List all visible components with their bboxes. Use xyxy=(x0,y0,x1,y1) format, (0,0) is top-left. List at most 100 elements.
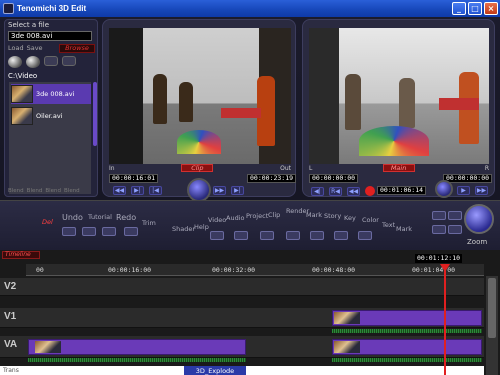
audio-button[interactable]: Audio xyxy=(226,214,244,222)
window-title: Tenomichi 3D Edit xyxy=(17,4,87,13)
close-button[interactable]: × xyxy=(484,2,498,15)
play-icon[interactable] xyxy=(286,231,300,240)
link-icon[interactable] xyxy=(82,227,96,236)
playhead[interactable] xyxy=(444,264,446,375)
timeline-tag: Timeline xyxy=(2,251,40,259)
timeline-scrollbar[interactable] xyxy=(486,276,498,375)
clip-video-screen[interactable] xyxy=(109,28,291,164)
delete-button[interactable]: Del xyxy=(42,218,53,226)
trim-button[interactable]: Trim xyxy=(142,219,156,227)
main-timecode-left[interactable]: 00:00:00:00 xyxy=(309,174,359,183)
video-button[interactable]: Video xyxy=(208,216,226,224)
key-button[interactable]: Key xyxy=(344,214,356,222)
video-clip[interactable] xyxy=(332,310,482,326)
step-back-icon[interactable]: ▶| xyxy=(131,186,144,195)
undo-button[interactable]: Undo xyxy=(62,213,83,222)
video-clip[interactable] xyxy=(332,339,482,355)
record-mode-icon[interactable]: R◀ xyxy=(329,186,342,196)
file-browser-panel: Select a file 3de 008.avi Load Save Brow… xyxy=(4,19,98,197)
ruler-label: 00:00:16:00 xyxy=(108,266,152,274)
clip-timecode-in[interactable]: 00:00:16:01 xyxy=(109,174,159,183)
track-va[interactable]: VA xyxy=(0,336,484,358)
main-jog-wheel[interactable] xyxy=(435,180,453,198)
scrollbar-thumb[interactable] xyxy=(488,278,496,338)
zoom-label: Zoom xyxy=(467,238,488,246)
load-button[interactable]: Load xyxy=(8,44,24,52)
clip-button[interactable]: Clip xyxy=(268,211,280,219)
project-button[interactable]: Project xyxy=(246,212,268,220)
zoom-in-icon[interactable] xyxy=(448,211,462,220)
color-button[interactable]: Color xyxy=(362,216,379,224)
unlink-icon[interactable] xyxy=(102,227,116,236)
footer-label[interactable]: Blend xyxy=(27,188,43,194)
video-clip[interactable] xyxy=(28,339,246,355)
thumbnail-view-icon[interactable] xyxy=(62,56,76,66)
play-icon[interactable]: ▶ xyxy=(457,186,470,195)
in-label: In xyxy=(109,164,115,172)
zoom-knob[interactable] xyxy=(464,204,494,234)
mark-button[interactable]: Mark xyxy=(306,211,322,219)
video-figure xyxy=(179,82,193,122)
track-label: VA xyxy=(4,339,18,350)
tutorial-button[interactable]: Tutorial xyxy=(88,213,112,221)
file-menu: Load Save xyxy=(8,44,43,52)
record-icon[interactable] xyxy=(365,186,375,196)
clip-timecode-out[interactable]: 00:00:23:19 xyxy=(247,174,297,183)
scroll-right-icon[interactable] xyxy=(448,225,462,234)
split-icon[interactable] xyxy=(62,227,76,236)
footer-label[interactable]: Blend xyxy=(45,188,61,194)
sphere-icon[interactable] xyxy=(8,56,22,68)
clip-monitor: In Clip Out 00:00:16:01 00:00:23:19 ◀◀ ▶… xyxy=(102,19,297,202)
footer-label[interactable]: Blend xyxy=(64,188,80,194)
file-list-scrollbar[interactable] xyxy=(93,82,97,146)
title-bar: Tenomichi 3D Edit _ □ × xyxy=(0,0,500,17)
rewind-icon[interactable]: ◀◀ xyxy=(347,186,360,196)
file-list: 3de 008.avi Oiler.avi xyxy=(9,82,91,194)
maximize-button[interactable]: □ xyxy=(468,2,482,15)
track-v2[interactable]: V2 xyxy=(0,278,484,296)
list-item[interactable]: 3de 008.avi xyxy=(11,84,91,104)
selected-file-field[interactable]: 3de 008.avi xyxy=(8,31,92,41)
stop-icon[interactable] xyxy=(310,231,324,240)
story-button[interactable]: Story xyxy=(324,212,341,220)
list-view-icon[interactable] xyxy=(44,56,58,66)
transition-track[interactable]: Trans 3D_Explode xyxy=(0,366,484,375)
clip-monitor-labels: In Clip Out xyxy=(109,164,291,172)
next-edit-icon[interactable] xyxy=(358,231,372,240)
loop-icon[interactable] xyxy=(260,231,274,240)
mark-out-icon[interactable]: ▶| xyxy=(231,186,244,195)
out-label: Out xyxy=(280,164,291,172)
transition-clip[interactable]: 3D_Explode xyxy=(184,366,246,375)
browse-button[interactable]: Browse xyxy=(59,44,95,53)
main-transport: ◀| R◀ ◀◀ xyxy=(311,186,375,196)
footer-label[interactable]: Blend xyxy=(8,188,24,194)
save-button[interactable]: Save xyxy=(27,44,43,52)
clip-thumbnail xyxy=(334,312,360,324)
cut-icon[interactable] xyxy=(124,227,138,236)
main-video-screen[interactable] xyxy=(309,28,489,164)
timeline-current-time[interactable]: 00:01:12:10 xyxy=(415,254,463,263)
help-button[interactable]: Help xyxy=(194,223,209,231)
mark-tool-button[interactable]: Mark xyxy=(396,225,412,233)
mark-in-icon[interactable]: |◀ xyxy=(149,186,162,195)
step-back-icon[interactable]: ◀| xyxy=(311,186,324,196)
fast-forward-icon[interactable]: ▶▶ xyxy=(475,186,488,195)
sphere-icon[interactable] xyxy=(26,56,40,68)
text-button[interactable]: Text xyxy=(382,221,395,229)
redo-button[interactable]: Redo xyxy=(116,213,136,222)
track-v1[interactable]: V1 xyxy=(0,308,484,328)
time-ruler[interactable]: 00 00:00:16:00 00:00:32:00 00:00:48:00 0… xyxy=(26,264,484,276)
scroll-left-icon[interactable] xyxy=(432,225,446,234)
list-item[interactable]: Oiler.avi xyxy=(11,106,91,126)
zoom-out-icon[interactable] xyxy=(432,211,446,220)
fast-forward-icon[interactable]: ▶▶ xyxy=(213,186,226,195)
rewind-icon[interactable] xyxy=(234,231,248,240)
shader-button[interactable]: Shader xyxy=(172,225,195,233)
prev-edit-icon[interactable] xyxy=(210,231,224,240)
clip-jog-wheel[interactable] xyxy=(187,178,211,202)
rewind-icon[interactable]: ◀◀ xyxy=(113,186,126,195)
fast-forward-icon[interactable] xyxy=(334,231,348,240)
minimize-button[interactable]: _ xyxy=(452,2,466,15)
main-timecode-current[interactable]: 00:01:06:14 xyxy=(377,186,427,195)
track-label: V2 xyxy=(4,281,17,292)
